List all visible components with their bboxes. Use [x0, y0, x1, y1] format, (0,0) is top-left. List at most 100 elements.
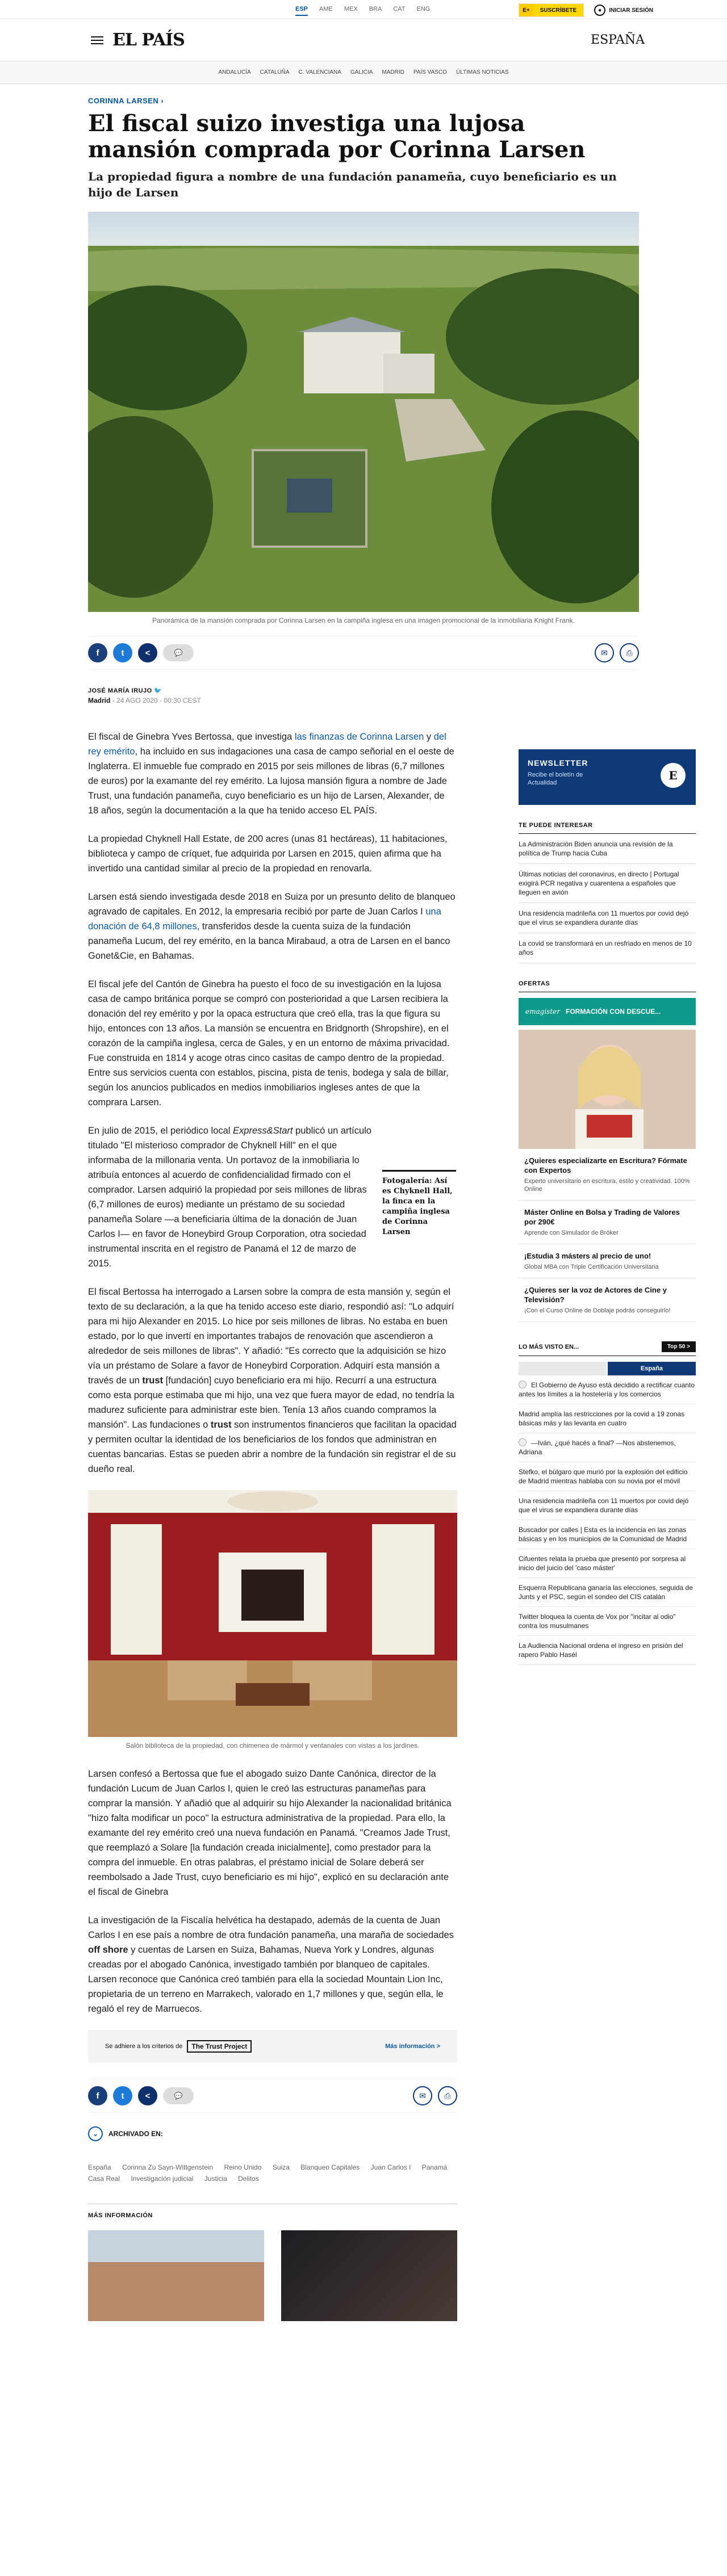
archived-toggle[interactable]: ⌄ ARCHIVADO EN:	[88, 2126, 457, 2141]
trust-more-link[interactable]: Más información >	[385, 2043, 440, 2050]
author-name[interactable]: JOSÉ MARÍA IRUJO 🐦	[88, 687, 639, 694]
edition-mex[interactable]: MEX	[344, 3, 358, 16]
tag[interactable]: Justicia	[204, 2173, 227, 2184]
offer-item[interactable]: Máster Online en Bolsa y Trading de Valo…	[519, 1201, 696, 1244]
paragraph: La investigación de la Fiscalía helvétic…	[88, 1915, 454, 2014]
most-viewed-item[interactable]: Cifuentes relata la prueba que presentó …	[519, 1549, 696, 1578]
paragraph: La propiedad Chyknell Hall Estate, de 20…	[88, 834, 448, 874]
most-viewed-item[interactable]: Madrid amplía las restricciones por la c…	[519, 1404, 696, 1433]
edition-ame[interactable]: AME	[319, 3, 333, 16]
secnav-item[interactable]: CATALUÑA	[260, 69, 290, 75]
sidebar: NEWSLETTER Recibe el boletín de Actualid…	[519, 749, 696, 1665]
tag[interactable]: Investigación judicial	[131, 2173, 193, 2184]
print-icon[interactable]: ⎙	[620, 643, 639, 662]
most-viewed-item[interactable]: La Audiencia Nacional ordena el ingreso …	[519, 1636, 696, 1665]
related-thumb-image[interactable]	[88, 2230, 264, 2321]
facebook-icon[interactable]: f	[88, 2086, 107, 2105]
edition-name[interactable]: ESPAÑA	[591, 33, 645, 47]
newsletter-subtitle: Recibe el boletín de Actualidad	[528, 771, 583, 786]
tag[interactable]: Delitos	[238, 2173, 259, 2184]
chevron-down-icon: ⌄	[88, 2126, 103, 2141]
secnav-item[interactable]: MADRID	[382, 69, 404, 75]
email-icon[interactable]: ✉	[413, 2086, 432, 2105]
related-thumb-image[interactable]	[281, 2230, 457, 2321]
toggle-global[interactable]	[519, 1362, 607, 1375]
paragraph: El fiscal de Ginebra Yves Bertossa, que …	[88, 732, 454, 816]
subscribe-label: SUSCRÍBETE	[533, 4, 584, 16]
tag[interactable]: Panamá	[422, 2162, 448, 2173]
secnav-item[interactable]: ANDALUCÍA	[218, 69, 250, 75]
secnav-item[interactable]: PAÍS VASCO	[413, 69, 447, 75]
site-logo[interactable]: EL PAÍS	[112, 30, 185, 50]
most-viewed-item[interactable]: —Iván, ¿qué hacés a final? —Nos abstenem…	[519, 1433, 696, 1462]
tag[interactable]: Blanqueo Capitales	[300, 2162, 360, 2173]
trust-text: Se adhiere a los criterios de	[105, 2043, 183, 2050]
subscribe-button[interactable]: E+ SUSCRÍBETE	[519, 3, 584, 17]
tag[interactable]: Reino Unido	[224, 2162, 261, 2173]
most-viewed-item[interactable]: El Gobierno de Ayuso está decidido a rec…	[519, 1375, 696, 1404]
edition-eng[interactable]: ENG	[417, 3, 431, 16]
most-viewed-item[interactable]: Twitter bloquea la cuenta de Vox por "in…	[519, 1607, 696, 1636]
share-icon[interactable]: <	[138, 643, 157, 662]
archived-label: ARCHIVADO EN:	[108, 2130, 163, 2138]
author-twitter-icon[interactable]: 🐦	[154, 687, 162, 694]
twitter-icon[interactable]: t	[113, 2086, 132, 2105]
share-icon[interactable]: <	[138, 2086, 157, 2105]
interest-item[interactable]: La Administración Biden anuncia una revi…	[519, 834, 696, 864]
newsletter-box[interactable]: NEWSLETTER Recibe el boletín de Actualid…	[519, 749, 696, 805]
email-icon[interactable]: ✉	[595, 643, 614, 662]
paragraph: Larsen está siendo investigada desde 201…	[88, 892, 456, 961]
interest-item[interactable]: La covid se transformará en un resfriado…	[519, 933, 696, 963]
offer-item[interactable]: ¿Quieres especializarte en Escritura? Fó…	[519, 1149, 696, 1201]
interest-item[interactable]: Una residencia madrileña con 11 muertos …	[519, 903, 696, 933]
tag[interactable]: Corinna Zu Sayn-Wittgenstein	[122, 2162, 213, 2173]
toggle-espana[interactable]: España	[608, 1362, 696, 1375]
comments-icon[interactable]: 💬	[163, 644, 194, 661]
link-finanzas[interactable]: las finanzas de Corinna Larsen	[295, 732, 424, 742]
article-kicker[interactable]: CORINNA LARSEN ›	[88, 97, 639, 105]
most-viewed-toggle: España	[519, 1362, 696, 1375]
most-viewed-item[interactable]: Buscador por calles | Esta es la inciden…	[519, 1520, 696, 1549]
paragraph: El fiscal Bertossa ha interrogado a Lars…	[88, 1287, 457, 1474]
interest-item[interactable]: Últimas noticias del coronavirus, en dir…	[519, 864, 696, 903]
offer-item[interactable]: ¿Quieres ser la voz de Actores de Cine y…	[519, 1278, 696, 1322]
top50-button[interactable]: Top 50 >	[661, 1341, 696, 1352]
login-button[interactable]: ● INICIAR SESIÓN	[594, 5, 653, 16]
gallery-link[interactable]: Fotogalería: Así es Chyknell Hall, la fi…	[382, 1170, 456, 1285]
offers-banner[interactable]: emagister FORMACIÓN CON DESCUE...	[519, 998, 696, 1025]
dateline-date: - 24 AGO 2020 - 00:30 CEST	[110, 697, 201, 704]
newsletter-title: NEWSLETTER	[528, 758, 588, 767]
offers-banner-label: FORMACIÓN CON DESCUE...	[565, 1008, 661, 1016]
offer-image[interactable]	[519, 1030, 696, 1149]
print-icon[interactable]: ⎙	[438, 2086, 457, 2105]
edition-tabs: ESP AME MEX BRA CAT ENG	[295, 3, 430, 16]
facebook-icon[interactable]: f	[88, 643, 107, 662]
tag[interactable]: España	[88, 2162, 111, 2173]
login-label: INICIAR SESIÓN	[609, 7, 653, 14]
paragraph: Larsen confesó a Bertossa que fue el abo…	[88, 1769, 452, 1897]
tag[interactable]: Casa Real	[88, 2173, 120, 2184]
article-title: El fiscal suizo investiga una lujosa man…	[88, 110, 586, 163]
most-viewed-item[interactable]: Una residencia madrileña con 11 muertos …	[519, 1491, 696, 1520]
menu-icon[interactable]	[91, 36, 103, 44]
secnav-item[interactable]: ÚLTIMAS NOTICIAS	[456, 69, 509, 75]
paragraph: El fiscal jefe del Cantón de Ginebra ha …	[88, 979, 450, 1107]
secnav-item[interactable]: GALICIA	[350, 69, 373, 75]
section-nav: ANDALUCÍA CATALUÑA C. VALENCIANA GALICIA…	[0, 61, 727, 84]
twitter-icon[interactable]: t	[113, 643, 132, 662]
comments-icon[interactable]: 💬	[163, 2087, 194, 2104]
tag[interactable]: Suiza	[273, 2162, 290, 2173]
most-viewed-item[interactable]: Esquerra Republicana ganaría las eleccio…	[519, 1578, 696, 1607]
most-viewed-item[interactable]: Stefko, el búlgaro que murió por la expl…	[519, 1462, 696, 1491]
offer-item[interactable]: ¡Estudia 3 másters al precio de uno! Glo…	[519, 1244, 696, 1278]
edition-esp[interactable]: ESP	[295, 3, 308, 16]
edition-cat[interactable]: CAT	[393, 3, 405, 16]
tag[interactable]: Juan Carlos I	[371, 2162, 411, 2173]
most-viewed-heading: LO MÁS VISTO EN...	[519, 1343, 579, 1350]
offers-heading: OFERTAS	[519, 980, 696, 992]
edition-bra[interactable]: BRA	[369, 3, 382, 16]
secnav-item[interactable]: C. VALENCIANA	[299, 69, 341, 75]
hero-caption: Panorámica de la mansión comprada por Co…	[152, 616, 575, 624]
paragraph: En julio de 2015, el periódico local Exp…	[88, 1126, 371, 1269]
trust-logo[interactable]: The Trust Project	[187, 2040, 252, 2053]
